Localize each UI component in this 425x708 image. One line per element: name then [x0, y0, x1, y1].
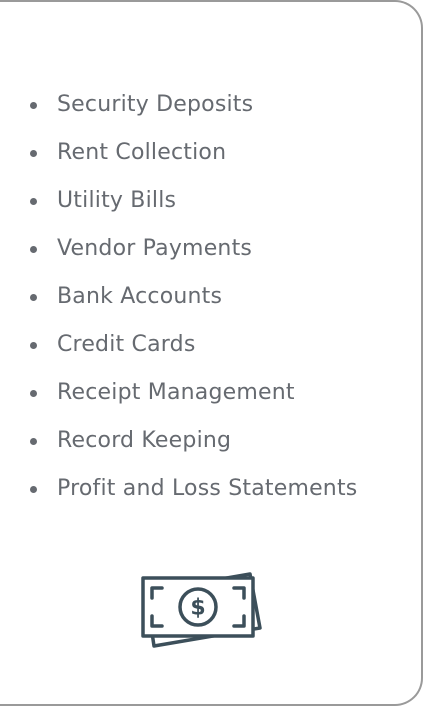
list-item: Credit Cards — [24, 328, 357, 376]
list-item: Vendor Payments — [24, 232, 357, 280]
list-item-label: Rent Collection — [57, 140, 227, 165]
money-bill-icon: $ — [141, 572, 262, 648]
list-item: Bank Accounts — [24, 280, 357, 328]
list-item-label: Utility Bills — [57, 188, 177, 213]
bullet-icon — [30, 342, 37, 349]
bullet-icon — [30, 150, 37, 157]
list-item-label: Profit and Loss Statements — [57, 476, 358, 501]
list-item-label: Receipt Management — [57, 380, 295, 405]
list-item: Receipt Management — [24, 376, 357, 424]
dollar-sign: $ — [190, 596, 205, 621]
bullet-icon — [30, 390, 37, 397]
list-item-label: Record Keeping — [57, 428, 232, 453]
list-item-label: Vendor Payments — [57, 236, 253, 261]
bullet-icon — [30, 102, 37, 109]
list-item: Rent Collection — [24, 136, 357, 184]
list-item-label: Security Deposits — [57, 92, 254, 117]
bullet-icon — [30, 294, 37, 301]
services-list: Security Deposits Rent Collection Utilit… — [24, 88, 357, 520]
list-item-label: Credit Cards — [57, 332, 196, 357]
list-item: Security Deposits — [24, 88, 357, 136]
bullet-icon — [30, 438, 37, 445]
list-item: Profit and Loss Statements — [24, 472, 357, 520]
bullet-icon — [30, 246, 37, 253]
list-item-label: Bank Accounts — [57, 284, 223, 309]
bullet-icon — [30, 198, 37, 205]
list-item: Utility Bills — [24, 184, 357, 232]
bullet-icon — [30, 486, 37, 493]
services-card: Security Deposits Rent Collection Utilit… — [0, 0, 423, 706]
list-item: Record Keeping — [24, 424, 357, 472]
